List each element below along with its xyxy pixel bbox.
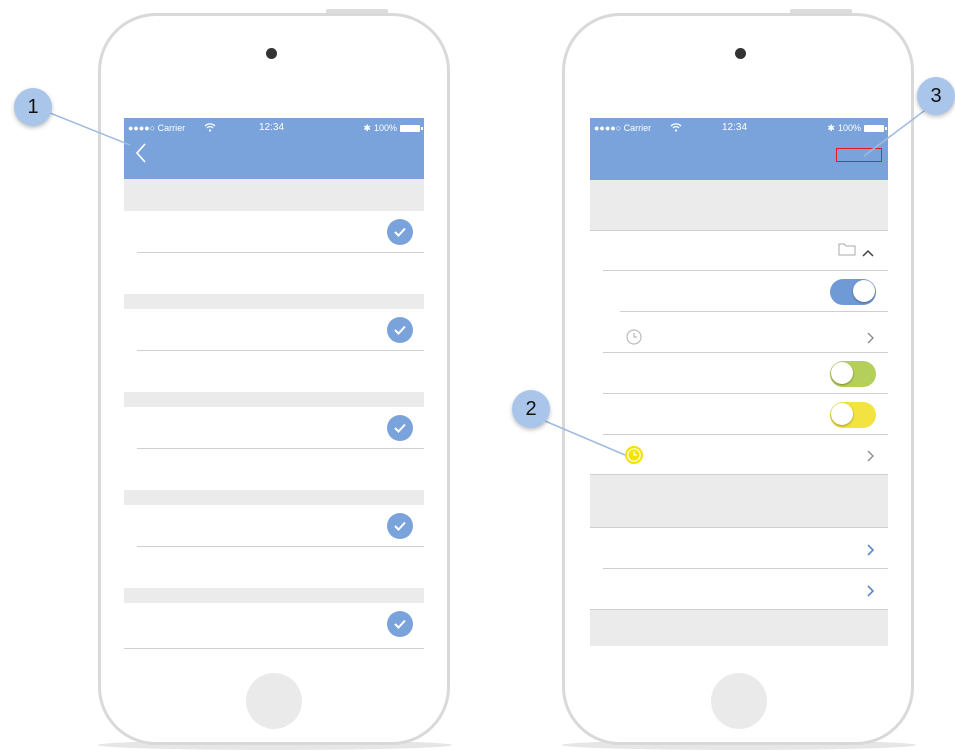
- callout-line-2: [544, 420, 626, 456]
- callout-3: 3: [917, 77, 955, 115]
- callout-2: 2: [512, 390, 550, 428]
- callout-line-1: [49, 112, 131, 146]
- callout-1: 1: [14, 88, 52, 126]
- callout-line-3: [863, 107, 929, 157]
- callout-lines: [49, 107, 929, 456]
